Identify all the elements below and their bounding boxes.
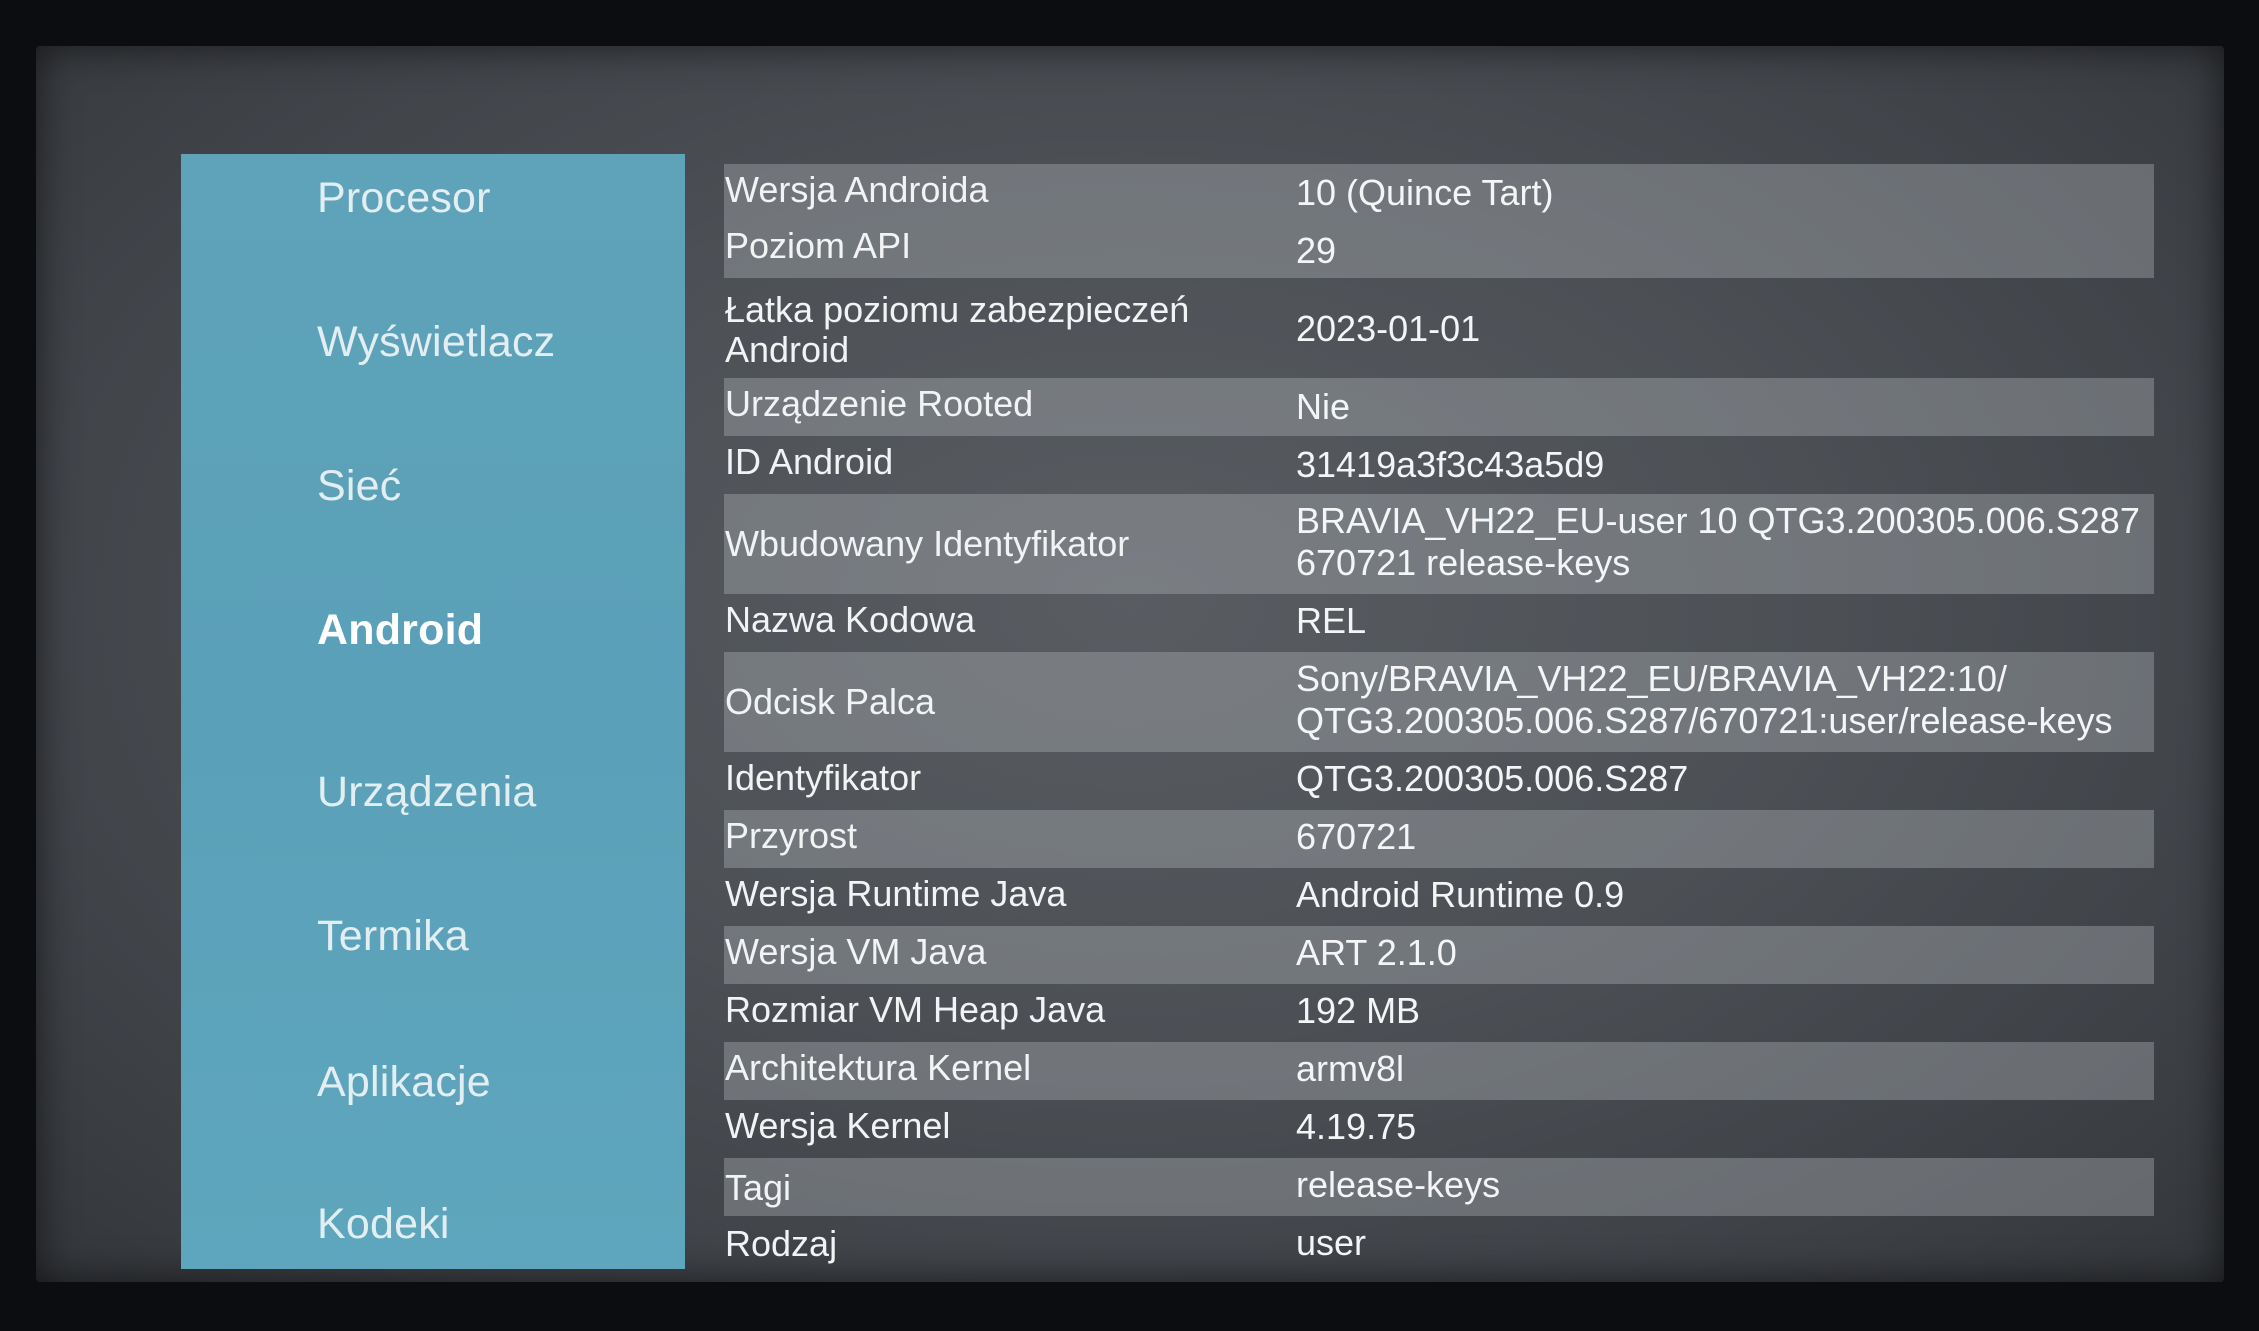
row-label: Wersja Runtime Java bbox=[725, 873, 1067, 914]
row-label: Wersja Androida bbox=[725, 169, 989, 210]
row-value: 4.19.75 bbox=[1296, 1106, 1417, 1147]
table-row: Nazwa Kodowa REL bbox=[724, 594, 2154, 652]
row-label: Urządzenie Rooted bbox=[725, 383, 1034, 424]
row-label: Tagi bbox=[725, 1167, 792, 1208]
row-value: 670721 bbox=[1296, 816, 1417, 857]
row-label: Nazwa Kodowa bbox=[725, 599, 976, 640]
table-row: Identyfikator QTG3.200305.006.S287 bbox=[724, 752, 2154, 810]
row-value: Sony/BRAVIA_VH22_EU/BRAVIA_VH22:10/ QTG3… bbox=[1296, 658, 2113, 741]
sidebar-item-wyswietlacz[interactable]: Wyświetlacz bbox=[317, 318, 555, 367]
sidebar-item-siec[interactable]: Sieć bbox=[317, 462, 401, 511]
table-row: Tagi release-keys bbox=[724, 1158, 2154, 1216]
row-label: Poziom API bbox=[725, 225, 912, 266]
table-row: Odcisk Palca Sony/BRAVIA_VH22_EU/BRAVIA_… bbox=[724, 652, 2154, 752]
row-value: 10 (Quince Tart) bbox=[1296, 172, 1554, 213]
sidebar-item-android[interactable]: Android bbox=[317, 606, 483, 655]
row-value: QTG3.200305.006.S287 bbox=[1296, 758, 1689, 799]
row-value: 31419a3f3c43a5d9 bbox=[1296, 444, 1605, 485]
row-label: ID Android bbox=[725, 441, 894, 482]
row-value: Android Runtime 0.9 bbox=[1296, 874, 1625, 915]
tv-screen: Procesor Wyświetlacz Sieć Android Urządz… bbox=[36, 46, 2224, 1282]
row-value: release-keys bbox=[1296, 1164, 1501, 1205]
row-label: Rodzaj bbox=[725, 1223, 838, 1264]
table-row: Urządzenie Rooted Nie bbox=[724, 378, 2154, 436]
sidebar-item-kodeki[interactable]: Kodeki bbox=[317, 1200, 450, 1249]
table-row: Łatka poziomu zabezpieczeń Android 2023-… bbox=[724, 278, 2154, 378]
table-row: Wersja Androida 10 (Quince Tart) bbox=[724, 164, 2154, 222]
row-value: 2023-01-01 bbox=[1296, 308, 1481, 349]
table-row: Wersja Runtime Java Android Runtime 0.9 bbox=[724, 868, 2154, 926]
row-value: Nie bbox=[1296, 386, 1351, 427]
row-label: Wbudowany Identyfikator bbox=[725, 523, 1130, 564]
table-row: Rozmiar VM Heap Java 192 MB bbox=[724, 984, 2154, 1042]
row-value: ART 2.1.0 bbox=[1296, 932, 1457, 973]
table-row: Poziom API 29 bbox=[724, 222, 2154, 278]
sidebar-item-procesor[interactable]: Procesor bbox=[317, 174, 491, 223]
table-row: Wersja Kernel 4.19.75 bbox=[724, 1100, 2154, 1158]
row-value: user bbox=[1296, 1222, 1367, 1263]
sidebar-item-termika[interactable]: Termika bbox=[317, 912, 469, 961]
row-label: Wersja Kernel bbox=[725, 1105, 951, 1146]
row-label: Odcisk Palca bbox=[725, 681, 936, 722]
row-label: Wersja VM Java bbox=[725, 931, 987, 972]
row-value: BRAVIA_VH22_EU-user 10 QTG3.200305.006.S… bbox=[1296, 500, 2140, 583]
table-row: Architektura Kernel armv8l bbox=[724, 1042, 2154, 1100]
row-value: REL bbox=[1296, 600, 1367, 641]
table-row: ID Android 31419a3f3c43a5d9 bbox=[724, 436, 2154, 494]
sidebar-item-aplikacje[interactable]: Aplikacje bbox=[317, 1058, 491, 1107]
table-row: Rodzaj user bbox=[724, 1216, 2154, 1274]
table-row: Przyrost 670721 bbox=[724, 810, 2154, 868]
category-sidebar: Procesor Wyświetlacz Sieć Android Urządz… bbox=[181, 154, 685, 1269]
sidebar-item-urzadzenia[interactable]: Urządzenia bbox=[317, 768, 537, 817]
table-row: Wbudowany Identyfikator BRAVIA_VH22_EU-u… bbox=[724, 494, 2154, 594]
row-label: Identyfikator bbox=[725, 757, 922, 798]
table-row: Wersja VM Java ART 2.1.0 bbox=[724, 926, 2154, 984]
row-label: Architektura Kernel bbox=[725, 1047, 1032, 1088]
row-label: Łatka poziomu zabezpieczeń Android bbox=[725, 289, 1190, 370]
row-value: 29 bbox=[1296, 230, 1337, 271]
row-value: 192 MB bbox=[1296, 990, 1421, 1031]
row-label: Rozmiar VM Heap Java bbox=[725, 989, 1106, 1030]
row-value: armv8l bbox=[1296, 1048, 1405, 1089]
row-label: Przyrost bbox=[725, 815, 858, 856]
